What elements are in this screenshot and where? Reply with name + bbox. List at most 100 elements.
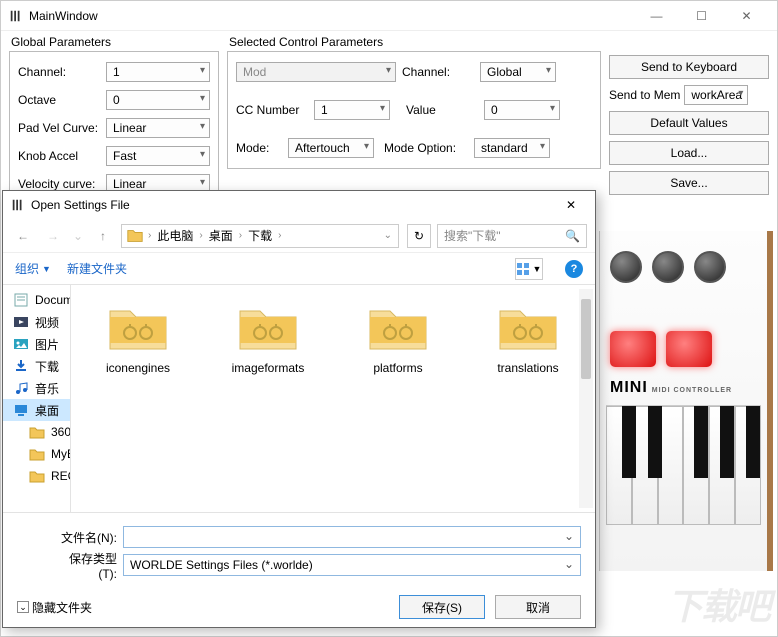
dialog-close-button[interactable]: ✕ [555, 193, 587, 217]
modeopt-label: Mode Option: [384, 141, 468, 155]
knob-icon [610, 251, 642, 283]
tree-item[interactable]: Documents [3, 289, 70, 311]
dialog-cancel-button[interactable]: 取消 [495, 595, 581, 619]
padvel-label: Pad Vel Curve: [18, 121, 100, 135]
file-item[interactable]: platforms [343, 301, 453, 375]
minimize-button[interactable]: — [634, 2, 679, 30]
scrollbar[interactable] [579, 289, 593, 508]
organize-menu[interactable]: 组织▼ [15, 260, 51, 277]
send-mem-label: Send to Mem [609, 88, 680, 102]
tree-item[interactable]: 下载 [3, 355, 70, 377]
window-title: MainWindow [29, 9, 634, 23]
breadcrumb-seg[interactable]: 桌面 [207, 227, 235, 244]
folder-icon [29, 468, 45, 484]
breadcrumb-seg[interactable]: 此电脑 [155, 227, 195, 244]
pics-icon [13, 336, 29, 352]
app-icon [11, 198, 25, 212]
dialog-save-button[interactable]: 保存(S) [399, 595, 485, 619]
chevron-down-icon[interactable]: ⌄ [382, 230, 394, 241]
chevron-down-icon: ⌄ [17, 601, 29, 613]
folder-icon [106, 301, 170, 355]
breadcrumb-seg[interactable]: 下载 [246, 227, 274, 244]
tree-item[interactable]: 360DrvMgrIn [3, 421, 70, 443]
default-values-button[interactable]: Default Values [609, 111, 769, 135]
value-combo[interactable]: 0 [484, 100, 560, 120]
file-label: imageformats [232, 361, 305, 375]
actions-panel: Send to Keyboard Send to Mem workArea De… [609, 35, 769, 209]
new-folder-button[interactable]: 新建文件夹 [67, 260, 127, 277]
tree-item-label: 桌面 [35, 402, 59, 419]
search-input[interactable]: 搜索"下载" 🔍 [437, 224, 587, 248]
keyboard-brand-text: MINI [610, 379, 648, 396]
dialog-toolbar: 组织▼ 新建文件夹 ▼ ? [3, 253, 595, 285]
file-dialog: Open Settings File ✕ ← → ⌄ ↑ › 此电脑 › 桌面 … [2, 190, 596, 628]
filename-input[interactable] [123, 526, 581, 548]
folder-icon [29, 446, 45, 462]
refresh-button[interactable]: ↻ [407, 224, 431, 248]
modeopt-combo[interactable]: standard [474, 138, 550, 158]
filename-label: 文件名(N): [53, 529, 117, 546]
filetype-combo[interactable]: WORLDE Settings Files (*.worlde) [123, 554, 581, 576]
tree-item-label: 视频 [35, 314, 59, 331]
knob-label: Knob Accel [18, 149, 100, 163]
selected-heading: Selected Control Parameters [227, 35, 601, 49]
knob-icon [694, 251, 726, 283]
send-keyboard-button[interactable]: Send to Keyboard [609, 55, 769, 79]
save-button[interactable]: Save... [609, 171, 769, 195]
tree-item[interactable]: 桌面 [3, 399, 70, 421]
chevron-right-icon: › [276, 230, 283, 241]
help-button[interactable]: ? [565, 260, 583, 278]
chevron-down-icon: ▼ [42, 264, 51, 274]
cc-label: CC Number [236, 103, 308, 117]
video-icon [13, 314, 29, 330]
load-button[interactable]: Load... [609, 141, 769, 165]
nav-up-button[interactable]: ↑ [91, 224, 115, 248]
maximize-button[interactable]: ☐ [679, 2, 724, 30]
global-parameters-panel: Global Parameters Channel: 1 Octave 0 Pa… [9, 35, 219, 205]
titlebar: MainWindow — ☐ ✕ [1, 1, 777, 31]
file-item[interactable]: iconengines [83, 301, 193, 375]
tree-item-label: 下载 [35, 358, 59, 375]
tree-item-label: 图片 [35, 336, 59, 353]
view-options-button[interactable]: ▼ [515, 258, 543, 280]
octave-combo[interactable]: 0 [106, 90, 210, 110]
nav-recent-button[interactable]: ⌄ [71, 224, 85, 248]
watermark: 下载吧 [667, 578, 769, 630]
tree-item-label: Documents [35, 293, 71, 307]
dialog-button-row: ⌄隐藏文件夹 保存(S) 取消 [3, 587, 595, 627]
file-item[interactable]: translations [473, 301, 583, 375]
hide-folders-toggle[interactable]: ⌄隐藏文件夹 [17, 599, 92, 616]
channel-combo[interactable]: 1 [106, 62, 210, 82]
download-icon [13, 358, 29, 374]
tree-item[interactable]: 视频 [3, 311, 70, 333]
keyboard-preview: MINIMIDI CONTROLLER [599, 231, 773, 571]
search-placeholder: 搜索"下载" [444, 227, 501, 244]
file-list[interactable]: iconengines imageformats platforms translat… [71, 285, 595, 512]
mode-combo[interactable]: Aftertouch [288, 138, 374, 158]
padvel-combo[interactable]: Linear [106, 118, 210, 138]
nav-back-button[interactable]: ← [11, 224, 35, 248]
folder-tree[interactable]: Documents 视频图片下载音乐桌面 360DrvMgrInMyEditor_x… [3, 285, 71, 512]
tree-item[interactable]: RECTOOLS_30 [3, 465, 70, 487]
close-button[interactable]: ✕ [724, 2, 769, 30]
tree-item[interactable]: MyEditor_xiaz [3, 443, 70, 465]
breadcrumb[interactable]: › 此电脑 › 桌面 › 下载 › ⌄ [121, 224, 399, 248]
scrollbar-thumb[interactable] [581, 299, 591, 379]
tree-item[interactable]: 音乐 [3, 377, 70, 399]
mem-area-combo[interactable]: workArea [684, 85, 748, 105]
sel-channel-label: Channel: [402, 65, 474, 79]
tree-item[interactable]: 图片 [3, 333, 70, 355]
file-label: iconengines [106, 361, 170, 375]
window-controls: — ☐ ✕ [634, 2, 769, 30]
folder-icon [126, 227, 144, 245]
knob-combo[interactable]: Fast [106, 146, 210, 166]
dialog-navbar: ← → ⌄ ↑ › 此电脑 › 桌面 › 下载 › ⌄ ↻ 搜索"下载" 🔍 [3, 219, 595, 253]
music-icon [13, 380, 29, 396]
app-icon [9, 9, 23, 23]
dialog-title: Open Settings File [31, 198, 555, 212]
cc-combo[interactable]: 1 [314, 100, 390, 120]
dialog-save-panel: 文件名(N): 保存类型(T): WORLDE Settings Files (… [3, 512, 595, 587]
nav-forward-button[interactable]: → [41, 224, 65, 248]
file-item[interactable]: imageformats [213, 301, 323, 375]
sel-channel-combo[interactable]: Global [480, 62, 556, 82]
